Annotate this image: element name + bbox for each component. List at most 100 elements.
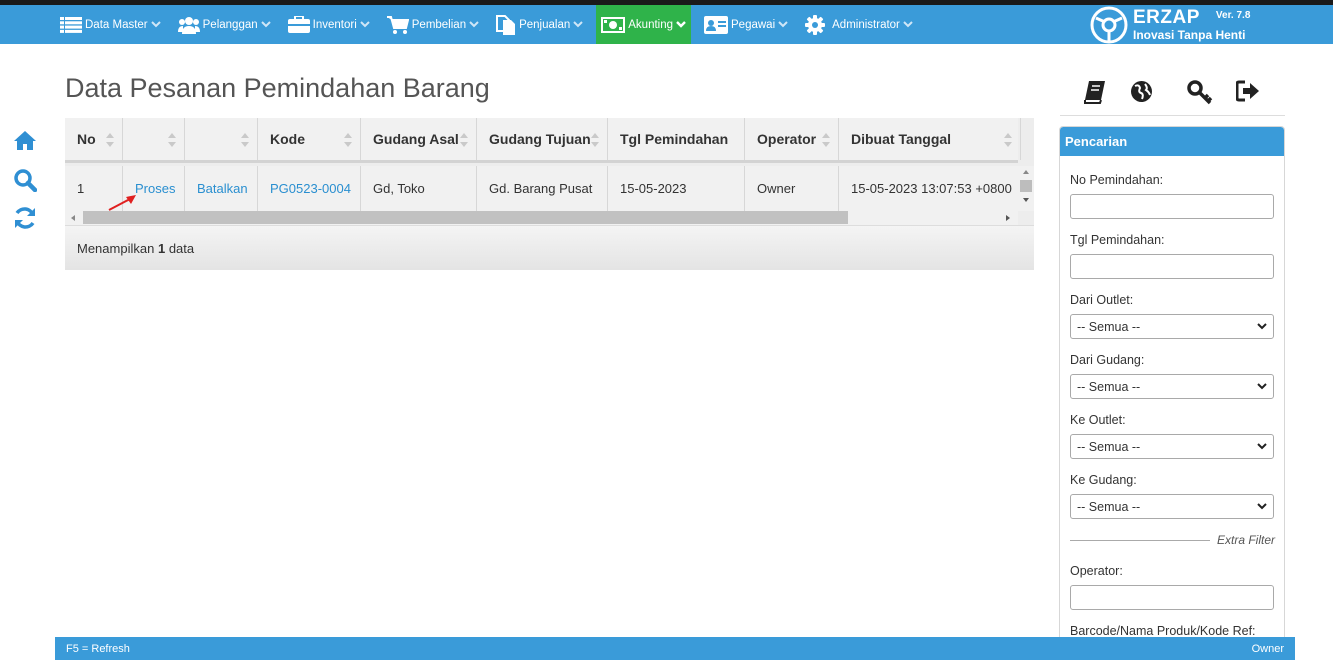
sort-icon: [1004, 133, 1012, 147]
money-icon: [601, 16, 626, 33]
dari-outlet-label: Dari Outlet:: [1070, 293, 1134, 307]
nav-label: Inventori: [312, 18, 357, 31]
left-quick-actions: [12, 130, 38, 244]
sort-icon: [241, 133, 249, 147]
nav-label: Penjualan: [519, 18, 571, 31]
nav-label: Pegawai: [731, 18, 776, 31]
ke-gudang-label: Ke Gudang:: [1070, 473, 1137, 487]
nav-pelanggan[interactable]: Pelanggan: [174, 5, 275, 44]
nav-inventori[interactable]: Inventori: [284, 5, 374, 44]
sort-icon: [591, 133, 599, 147]
operator-input[interactable]: [1070, 585, 1274, 610]
dari-gudang-select[interactable]: -- Semua --: [1070, 374, 1274, 399]
col-header-action-2[interactable]: [185, 118, 258, 160]
col-header-dibuat-tanggal[interactable]: Dibuat Tanggal: [839, 118, 1021, 160]
cell-action-2: Batalkan: [185, 166, 258, 211]
ke-outlet-field: Ke Outlet: -- Semua --: [1070, 413, 1275, 459]
col-header-operator[interactable]: Operator: [745, 118, 839, 160]
chevron-down-icon: [150, 21, 161, 28]
brand-logo[interactable]: ERZAP Ver. 7.8 Inovasi Tanpa Henti: [1090, 5, 1250, 44]
scroll-left-icon: [71, 215, 75, 221]
divider: [1070, 540, 1210, 541]
dari-outlet-field: Dari Outlet: -- Semua --: [1070, 293, 1275, 339]
current-user: Owner: [1251, 642, 1284, 655]
website-button[interactable]: [1130, 80, 1153, 108]
scroll-up-icon: [1023, 170, 1029, 174]
cart-icon: [386, 15, 409, 34]
footer-prefix: Menampilkan: [77, 240, 155, 256]
erzap-logo-icon: [1090, 6, 1128, 43]
search-panel-title: Pencarian: [1060, 127, 1284, 156]
col-header-gudang-asal[interactable]: Gudang Asal: [361, 118, 477, 160]
tgl-pemindahan-input[interactable]: [1070, 254, 1274, 279]
ke-outlet-select[interactable]: -- Semua --: [1070, 434, 1274, 459]
extra-filter-label: Extra Filter: [1216, 533, 1275, 547]
refresh-icon: [15, 207, 35, 229]
vertical-scrollbar[interactable]: [1018, 166, 1034, 211]
home-icon: [14, 131, 36, 150]
change-password-button[interactable]: [1187, 80, 1213, 111]
home-button[interactable]: [12, 130, 38, 168]
table-row[interactable]: 1 Proses Batalkan PG0523-0004 Gd, Toko G…: [65, 166, 1018, 211]
search-icon: [14, 169, 37, 192]
nav-data-master[interactable]: Data Master: [56, 5, 165, 44]
search-panel: Pencarian No Pemindahan: Tgl Pemindahan:…: [1059, 126, 1285, 646]
cell-dibuat-tanggal: 15-05-2023 13:07:53 +0800: [851, 181, 1012, 196]
col-header-no[interactable]: No: [65, 118, 123, 160]
no-pemindahan-input[interactable]: [1070, 194, 1274, 219]
horizontal-scroll-thumb[interactable]: [83, 211, 848, 224]
batalkan-link[interactable]: Batalkan: [197, 181, 248, 196]
guide-button[interactable]: [1083, 80, 1107, 109]
no-pemindahan-label: No Pemindahan:: [1070, 173, 1164, 187]
page-title: Data Pesanan Pemindahan Barang: [65, 73, 490, 103]
col-header-tgl-pemindahan[interactable]: Tgl Pemindahan: [608, 118, 745, 160]
nav-pembelian[interactable]: Pembelian: [383, 5, 483, 44]
nav-akunting[interactable]: Akunting: [596, 5, 692, 44]
chevron-down-icon: [903, 21, 913, 28]
extra-filter-toggle[interactable]: Extra Filter: [1070, 533, 1275, 549]
col-header-action-1[interactable]: [123, 118, 185, 160]
chevron-down-icon: [1257, 503, 1267, 510]
col-header-kode[interactable]: Kode: [258, 118, 361, 160]
sort-icon: [106, 133, 114, 147]
search-button[interactable]: [12, 168, 38, 206]
chevron-down-icon: [676, 21, 686, 28]
operator-label: Operator:: [1070, 564, 1123, 578]
briefcase-icon: [287, 16, 310, 33]
dari-outlet-select[interactable]: -- Semua --: [1070, 314, 1274, 339]
top-right-toolbar: [1060, 78, 1285, 116]
logout-button[interactable]: [1235, 80, 1260, 107]
chevron-down-icon: [1257, 323, 1267, 330]
ke-gudang-field: Ke Gudang: -- Semua --: [1070, 473, 1275, 519]
refresh-hint: F5 = Refresh: [66, 642, 130, 655]
nav-penjualan[interactable]: Penjualan: [492, 5, 587, 44]
dari-gudang-label: Dari Gudang:: [1070, 353, 1145, 367]
nav-administrator[interactable]: Administrator: [801, 5, 917, 44]
vertical-scroll-thumb[interactable]: [1020, 180, 1032, 192]
status-bar: F5 = Refresh Owner: [55, 637, 1295, 660]
annotation-arrow-icon: [108, 195, 136, 211]
nav-label: Pelanggan: [202, 18, 258, 31]
sort-icon: [344, 133, 352, 147]
scroll-right-icon: [1006, 215, 1010, 221]
refresh-button[interactable]: [12, 206, 38, 244]
sort-icon: [460, 133, 468, 147]
grid-header: No Kode Gudang Asal Gudang Tujuan Tgl Pe…: [65, 118, 1021, 163]
chevron-down-icon: [360, 21, 370, 28]
record-count: 1: [157, 240, 166, 256]
proses-link[interactable]: Proses: [135, 181, 175, 196]
horizontal-scrollbar[interactable]: [65, 211, 1018, 225]
sort-icon: [822, 133, 830, 147]
kode-link[interactable]: PG0523-0004: [270, 181, 351, 196]
chevron-down-icon: [469, 21, 479, 28]
col-header-gudang-tujuan[interactable]: Gudang Tujuan: [477, 118, 608, 160]
cell-gudang-tujuan: Gd. Barang Pusat: [477, 166, 608, 211]
nav-label: Pembelian: [411, 18, 467, 31]
dari-gudang-field: Dari Gudang: -- Semua --: [1070, 353, 1275, 399]
main-navbar: Data Master Pelanggan Inventori Pembelia…: [0, 5, 1333, 44]
cell-gudang-asal: Gd, Toko: [361, 166, 477, 211]
barcode-label: Barcode/Nama Produk/Kode Ref:: [1070, 624, 1256, 638]
nav-pegawai[interactable]: Pegawai: [700, 5, 792, 44]
ke-gudang-select[interactable]: -- Semua --: [1070, 494, 1274, 519]
brand-version: Ver. 7.8: [1215, 10, 1251, 21]
